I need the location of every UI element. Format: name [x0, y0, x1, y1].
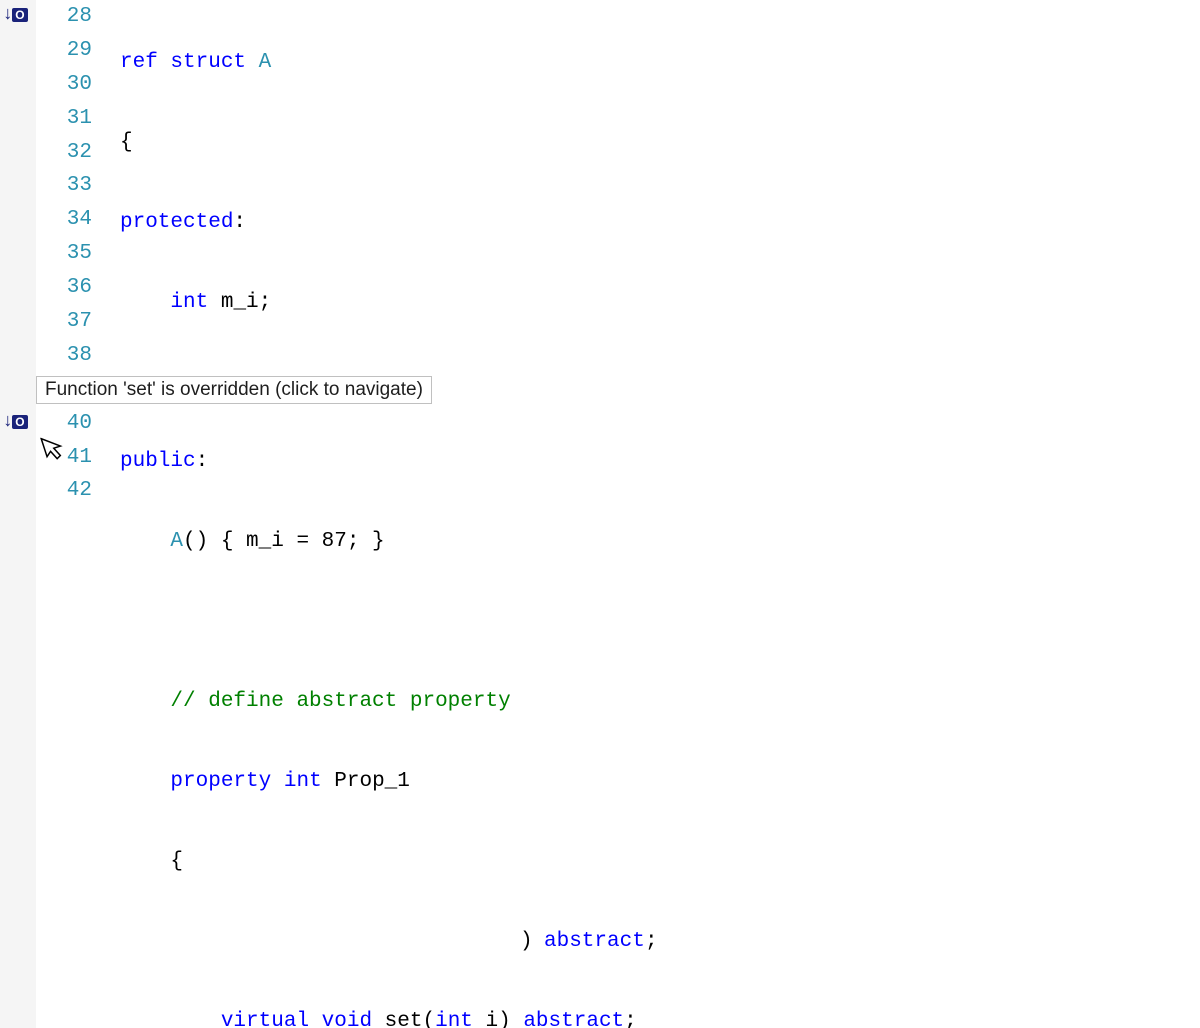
code-line[interactable]: ref struct A: [120, 46, 1200, 80]
code-area[interactable]: ref struct A { protected: int m_i; publi…: [92, 0, 1200, 1028]
code-line[interactable]: virtual void set(int i) abstract;: [120, 1005, 1200, 1028]
code-line[interactable]: int m_i;: [120, 286, 1200, 320]
override-down-icon[interactable]: ↓O: [2, 7, 28, 23]
line-number: 41: [36, 441, 92, 475]
override-tooltip[interactable]: Function 'set' is overridden (click to n…: [36, 376, 432, 404]
code-line[interactable]: public:: [120, 445, 1200, 479]
tooltip-text: Function 'set' is overridden (click to n…: [45, 379, 423, 400]
code-line[interactable]: A() { m_i = 87; }: [120, 525, 1200, 559]
line-number: 38: [36, 339, 92, 373]
line-number-margin: 28 29 30 31 32 33 34 35 36 37 38 40 41 4…: [36, 0, 92, 1028]
code-line[interactable]: {: [120, 126, 1200, 160]
code-line[interactable]: ) abstract;: [120, 925, 1200, 959]
code-line[interactable]: property int Prop_1: [120, 765, 1200, 799]
line-number: 31: [36, 102, 92, 136]
line-number: 37: [36, 305, 92, 339]
line-number: 29: [36, 34, 92, 68]
line-number: 36: [36, 271, 92, 305]
code-line[interactable]: protected:: [120, 206, 1200, 240]
line-number: 34: [36, 203, 92, 237]
code-line[interactable]: {: [120, 845, 1200, 879]
override-down-icon[interactable]: ↓O: [2, 414, 28, 430]
code-line[interactable]: [120, 605, 1200, 639]
line-number: 42: [36, 474, 92, 508]
indicator-margin: ↓O ↓O: [0, 0, 36, 1028]
line-number: 40: [36, 407, 92, 441]
line-number: 30: [36, 68, 92, 102]
code-line[interactable]: // define abstract property: [120, 685, 1200, 719]
line-number: 35: [36, 237, 92, 271]
code-editor: ↓O ↓O 28 29 30 31 32 33 34 35 36 37 38 4…: [0, 0, 1200, 1028]
line-number: 28: [36, 0, 92, 34]
line-number: 33: [36, 169, 92, 203]
line-number: 32: [36, 136, 92, 170]
